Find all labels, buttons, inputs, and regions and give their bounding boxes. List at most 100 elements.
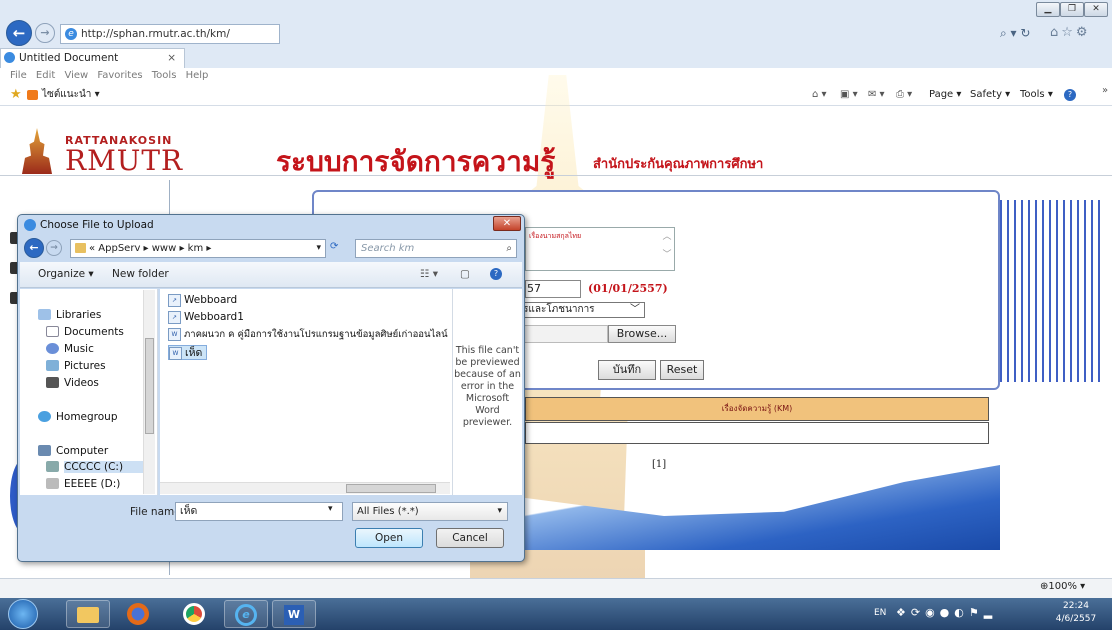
chrome-taskbar-icon[interactable] [172, 600, 216, 628]
view-options-icon[interactable]: ☷ ▾ [420, 262, 438, 286]
refresh-icon[interactable]: ⟳ [330, 241, 338, 252]
list-item[interactable]: W ภาคผนวก ค คู่มือการใช้งานโปรแกรมฐานข้อม… [168, 327, 448, 342]
nav-homegroup[interactable]: Homegroup [38, 411, 118, 423]
back-icon[interactable]: ← [6, 20, 32, 46]
textarea-scroll-arrows[interactable]: ︿ ﹀ [660, 228, 674, 270]
list-item[interactable]: ↗ Webboard [168, 293, 237, 308]
pictures-icon [46, 360, 59, 371]
menu-favorites[interactable]: Favorites [97, 70, 142, 81]
menu-view[interactable]: View [64, 70, 88, 81]
close-window-button[interactable]: ✕ [1084, 2, 1108, 17]
home-favorites-settings-icons[interactable]: ⌂☆⚙ [1050, 25, 1091, 40]
dialog-close-button[interactable]: ✕ [493, 216, 521, 231]
nav-drive-d[interactable]: EEEEE (D:) [46, 478, 120, 490]
list-item-selected[interactable]: W เห็ด [168, 345, 208, 360]
safety-menu[interactable]: Safety ▾ [970, 84, 1010, 106]
header-divider [0, 175, 1112, 176]
favorites-star-icon[interactable]: ★ [10, 84, 22, 106]
chevron-down-icon[interactable]: ▾ [316, 240, 321, 257]
site-subtitle: สำนักประกันคุณภาพการศึกษา [593, 157, 764, 172]
language-indicator[interactable]: EN [874, 608, 886, 618]
tools-menu[interactable]: Tools ▾ [1020, 84, 1053, 106]
breadcrumb-path: « AppServ ▸ www ▸ km ▸ [89, 243, 212, 254]
file-name: ภาคผนวก ค คู่มือการใช้งานโปรแกรมฐานข้อมู… [184, 329, 448, 340]
page-menu[interactable]: Page ▾ [929, 84, 961, 106]
dialog-breadcrumb[interactable]: « AppServ ▸ www ▸ km ▸ ▾ [70, 239, 326, 258]
window-titlebar [0, 0, 1112, 18]
maximize-button[interactable]: ❐ [1060, 2, 1084, 17]
zoom-level: 100% [1048, 581, 1077, 592]
preview-message: This file can't be previewed because of … [454, 345, 521, 428]
cancel-button[interactable]: Cancel [436, 528, 504, 548]
close-tab-icon[interactable]: × [167, 49, 176, 67]
preview-pane-icon[interactable]: ▢ [460, 262, 470, 286]
filename-input[interactable]: เห็ด [175, 502, 343, 521]
open-button[interactable]: Open [355, 528, 423, 548]
pagination[interactable]: [1] [652, 459, 666, 470]
nav-documents[interactable]: Documents [46, 326, 124, 338]
nav-label: Videos [64, 377, 99, 389]
nav-label: Music [64, 343, 94, 355]
nav-pictures[interactable]: Pictures [46, 360, 106, 372]
clock-date[interactable]: 4/6/2557 [1054, 614, 1098, 624]
dialog-search-input[interactable]: Search km ⌕ [355, 239, 517, 258]
file-list: ↗ Webboard ↗ Webboard1 W ภาคผนวก ค คู่มือกา… [160, 289, 452, 495]
menu-tools[interactable]: Tools [152, 70, 177, 81]
word-taskbar-icon[interactable]: W [272, 600, 316, 628]
file-explorer-taskbar-icon[interactable] [66, 600, 110, 628]
site-title: ระบบการจัดการความรู้ [276, 145, 556, 178]
menu-edit[interactable]: Edit [36, 70, 55, 81]
help-icon[interactable]: ? [490, 268, 502, 280]
internet-explorer-taskbar-icon[interactable]: e [224, 600, 268, 628]
mail-icon[interactable]: ✉ ▾ [868, 84, 885, 106]
dialog-forward-icon[interactable]: → [46, 240, 62, 256]
description-textarea[interactable]: เรื่องนามสกุลไทย [525, 227, 675, 271]
url-input[interactable]: e http://sphan.rmutr.ac.th/km/ [60, 24, 280, 44]
ie-tab-icon [4, 52, 15, 63]
date-input[interactable]: 57 [525, 280, 581, 298]
search-icon: ⌕ [506, 243, 512, 254]
nav-label: Homegroup [56, 411, 118, 423]
save-button[interactable]: บันทึก [598, 360, 656, 380]
file-path-input[interactable] [520, 325, 608, 343]
menu-file[interactable]: File [10, 70, 27, 81]
clock-time[interactable]: 22:24 [1054, 601, 1098, 611]
nav-label: CCCCC (C:) [64, 461, 124, 473]
forward-icon[interactable]: → [35, 23, 55, 43]
minimize-button[interactable]: ▁ [1036, 2, 1060, 17]
category-select[interactable]: รและโภชนาการ ﹀ [520, 302, 645, 318]
nav-pane-scrollbar[interactable] [143, 290, 155, 494]
list-item[interactable]: ↗ Webboard1 [168, 310, 244, 325]
chevron-down-icon[interactable]: ▾ [328, 504, 333, 514]
dialog-back-icon[interactable]: ← [24, 238, 44, 258]
file-list-scrollbar[interactable] [160, 482, 450, 494]
tab-untitled-document[interactable]: Untitled Document × [0, 48, 185, 68]
reset-button[interactable]: Reset [660, 360, 704, 380]
nav-drive-c[interactable]: CCCCC (C:) [46, 461, 150, 473]
nav-videos[interactable]: Videos [46, 377, 99, 389]
nav-computer[interactable]: Computer [38, 445, 108, 457]
menu-help[interactable]: Help [186, 70, 209, 81]
status-bar [0, 578, 1112, 598]
nav-music[interactable]: Music [46, 343, 94, 355]
file-type-value: All Files (*.*) [357, 506, 419, 517]
browse-button[interactable]: Browse... [608, 325, 676, 343]
suggested-sites-link[interactable]: ไซต์แนะนำ ▾ [42, 84, 100, 106]
firefox-taskbar-icon[interactable] [116, 600, 160, 628]
homegroup-icon [38, 411, 51, 422]
feeds-icon[interactable]: ▣ ▾ [840, 84, 858, 106]
home-icon[interactable]: ⌂ ▾ [812, 84, 827, 106]
print-icon[interactable]: ⎙ ▾ [896, 84, 912, 106]
search-icon[interactable]: ⌕ ▾ ↻ [1000, 26, 1030, 41]
navigation-pane: Libraries Documents Music Pictures Video… [20, 289, 158, 495]
nav-libraries[interactable]: Libraries [38, 309, 101, 321]
start-button[interactable] [8, 599, 38, 629]
tray-icons[interactable]: ❖⟳◉●◐⚑▂ [896, 606, 997, 619]
file-name: Webboard1 [184, 311, 244, 323]
zoom-control[interactable]: ⊕100% ▾ [1040, 581, 1085, 592]
file-type-select[interactable]: All Files (*.*) ▾ [352, 502, 508, 521]
new-folder-button[interactable]: New folder [112, 262, 169, 286]
help-icon[interactable]: ? [1064, 89, 1076, 101]
chevron-right-icon[interactable]: » [1102, 80, 1108, 102]
organize-button[interactable]: Organize ▾ [38, 262, 94, 286]
